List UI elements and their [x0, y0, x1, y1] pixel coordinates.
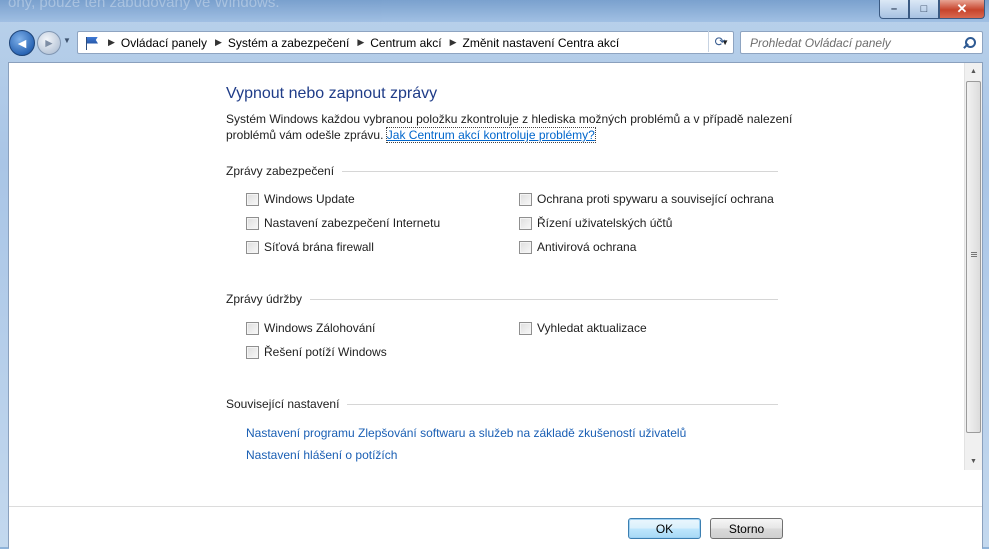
checkbox-check-updates[interactable]: Vyhledat aktualizace [519, 321, 647, 335]
breadcrumb-item-control-panel[interactable]: Ovládací panely [121, 36, 207, 50]
navigation-bar: ◄ ► ▼ ▶ Ovládací panely ▶ Systém a zabez… [0, 28, 989, 56]
window-frame: ony, pouze ten zabudovaný ve Windows. – … [0, 0, 989, 549]
breadcrumb-arrow-icon[interactable]: ▶ [450, 37, 457, 48]
scroll-down-icon[interactable]: ▼ [965, 453, 982, 470]
checkbox-user-account-control[interactable]: Řízení uživatelských účtů [519, 216, 672, 230]
content-pane: Vypnout nebo zapnout zprávy Systém Windo… [8, 62, 983, 549]
close-button[interactable]: ✕ [939, 0, 985, 19]
checkbox-spyware-protection[interactable]: Ochrana proti spywaru a související ochr… [519, 192, 774, 206]
breadcrumb-root-arrow-icon[interactable]: ▶ [108, 37, 115, 48]
section-maintenance: Zprávy údržby [226, 292, 778, 306]
page-description: Systém Windows každou vybranou položku z… [226, 111, 806, 143]
page-title: Vypnout nebo zapnout zprávy [226, 85, 438, 102]
section-security: Zprávy zabezpečení [226, 164, 778, 178]
checkbox-label: Ochrana proti spywaru a související ochr… [537, 192, 774, 206]
search-box[interactable] [740, 31, 983, 54]
section-heading: Související nastavení [226, 397, 340, 411]
checkbox-box[interactable] [246, 216, 259, 230]
breadcrumb-arrow-icon[interactable]: ▶ [215, 37, 222, 48]
checkbox-box[interactable] [246, 192, 259, 206]
breadcrumb-item-change-settings[interactable]: Změnit nastavení Centra akcí [463, 36, 620, 50]
divider [310, 298, 778, 300]
checkbox-box[interactable] [519, 321, 532, 335]
back-button[interactable]: ◄ [9, 30, 35, 56]
checkbox-box[interactable] [519, 240, 532, 254]
forward-button[interactable]: ► [37, 31, 61, 55]
link-problem-reporting[interactable]: Nastavení hlášení o potížích [246, 448, 397, 462]
scroll-up-icon[interactable]: ▲ [965, 63, 982, 80]
checkbox-label: Nastavení zabezpečení Internetu [264, 216, 441, 230]
ok-button[interactable]: OK [628, 518, 701, 539]
section-heading: Zprávy údržby [226, 292, 303, 306]
minimize-button[interactable]: – [879, 0, 909, 19]
checkbox-label: Windows Zálohování [264, 321, 376, 335]
breadcrumb-item-system-security[interactable]: Systém a zabezpečení [228, 36, 349, 50]
recent-pages-dropdown-icon[interactable]: ▼ [63, 36, 71, 45]
search-input[interactable] [748, 34, 957, 51]
breadcrumb-item-action-center[interactable]: Centrum akcí [370, 36, 441, 50]
breadcrumb-arrow-icon[interactable]: ▶ [357, 37, 364, 48]
checkbox-box[interactable] [519, 192, 532, 206]
checkbox-label: Řízení uživatelských účtů [537, 216, 673, 230]
checkbox-box[interactable] [246, 240, 259, 254]
scrollbar-thumb[interactable] [966, 81, 981, 433]
background-window-text: ony, pouze ten zabudovaný ve Windows. [8, 0, 280, 11]
address-bar[interactable]: ▶ Ovládací panely ▶ Systém a zabezpečení… [77, 31, 734, 54]
help-link[interactable]: Jak Centrum akcí kontroluje problémy? [385, 127, 596, 143]
divider [342, 170, 778, 172]
caption-buttons: – □ ✕ [879, 0, 985, 19]
checkbox-antivirus[interactable]: Antivirová ochrana [519, 240, 636, 254]
checkbox-label: Antivirová ochrana [537, 240, 637, 254]
section-heading: Zprávy zabezpečení [226, 164, 335, 178]
breadcrumb: ▶ Ovládací panely ▶ Systém a zabezpečení… [100, 36, 619, 50]
checkbox-internet-security[interactable]: Nastavení zabezpečení Internetu [246, 216, 440, 230]
checkbox-box[interactable] [246, 345, 259, 359]
cancel-button[interactable]: Storno [710, 518, 783, 539]
refresh-button[interactable]: ⟳ [708, 31, 731, 52]
link-ceip-settings[interactable]: Nastavení programu Zlepšování softwaru a… [246, 426, 686, 440]
divider [347, 403, 778, 405]
checkbox-box[interactable] [246, 321, 259, 335]
checkbox-troubleshooting[interactable]: Řešení potíží Windows [246, 345, 387, 359]
checkbox-label: Síťová brána firewall [264, 240, 374, 254]
checkbox-box[interactable] [519, 216, 532, 230]
checkbox-label: Windows Update [264, 192, 355, 206]
dialog-footer: OK Storno [9, 506, 982, 549]
checkbox-label: Řešení potíží Windows [264, 345, 387, 359]
search-icon[interactable] [962, 36, 976, 50]
checkbox-label: Vyhledat aktualizace [537, 321, 647, 335]
maximize-button[interactable]: □ [909, 0, 939, 19]
section-related-settings: Související nastavení [226, 397, 778, 411]
checkbox-windows-backup[interactable]: Windows Zálohování [246, 321, 375, 335]
vertical-scrollbar[interactable]: ▲ ▼ [964, 63, 982, 470]
checkbox-windows-update[interactable]: Windows Update [246, 192, 355, 206]
title-bar: ony, pouze ten zabudovaný ve Windows. [0, 0, 989, 22]
checkbox-firewall[interactable]: Síťová brána firewall [246, 240, 374, 254]
action-center-flag-icon [84, 36, 100, 50]
